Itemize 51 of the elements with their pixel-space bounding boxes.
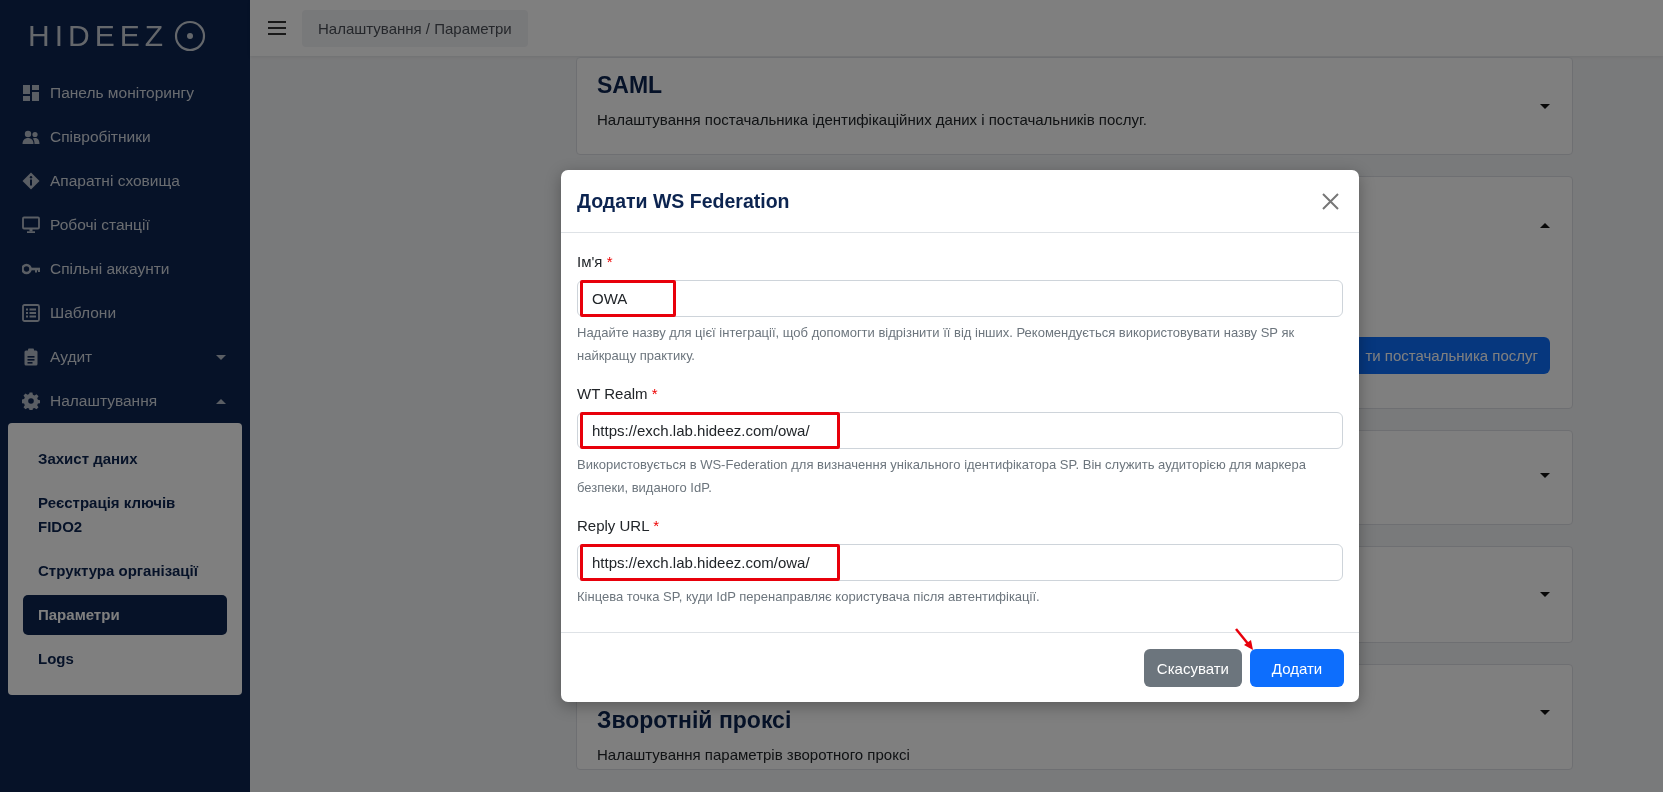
dashboard-icon: [22, 84, 40, 102]
caret-icon: [216, 398, 226, 404]
help-text: Надайте назву для цієї інтеграції, щоб допомогти відрізнити її від інших. Рекомендується використовувати назву SP як найкращу практику.: [577, 324, 1296, 365]
help-text: Використовується в WS-Federation для визначення унікального ідентифікатора SP. Він служить аудиторією для маркера безпеки, виданого IdP.: [577, 456, 1307, 497]
input-field[interactable]: https://exch.lab.hideez.com/owa/: [577, 544, 1343, 581]
required-mark: *: [651, 385, 658, 402]
info-diamond-icon: [22, 172, 40, 190]
dialog-title: Додати WS Federation: [577, 189, 790, 213]
caret-icon[interactable]: [1540, 223, 1550, 228]
submenu-item[interactable]: Параметри: [23, 595, 227, 635]
submenu-item[interactable]: Захист даних: [23, 439, 227, 479]
breadcrumb: Налаштування / Параметри: [302, 9, 528, 47]
sidebar-item[interactable]: Шаблони: [0, 291, 250, 335]
field-label: Ім'я: [577, 253, 603, 270]
input-field[interactable]: OWA: [577, 280, 1343, 317]
add-button[interactable]: Додати: [1250, 649, 1344, 687]
list-icon: [22, 304, 40, 322]
sidebar-item[interactable]: Панель моніторингу: [0, 71, 250, 115]
circle-dot-icon: [174, 19, 206, 52]
cancel-button[interactable]: Скасувати: [1143, 649, 1242, 687]
sidebar-item[interactable]: Робочі станції: [0, 203, 250, 247]
caret-icon[interactable]: [1540, 710, 1550, 715]
field-label: WT Realm: [577, 385, 648, 402]
logo-text: HIDEEZ: [28, 18, 168, 53]
field-label: Reply URL: [577, 517, 649, 534]
card-description: Налаштування параметрів зворотного проксі: [597, 746, 911, 763]
submenu-item[interactable]: Реєстрація ключів FIDO2: [23, 483, 227, 547]
sidebar-item[interactable]: Співробітники: [0, 115, 250, 159]
input-field[interactable]: https://exch.lab.hideez.com/owa/: [577, 412, 1343, 449]
clipboard-icon: [22, 348, 40, 366]
sidebar-item[interactable]: Аудит: [0, 335, 250, 379]
required-mark: *: [606, 253, 613, 270]
card-title: SAML: [597, 72, 663, 99]
card-description: Налаштування постачальника ідентифікаційних даних і постачальників послуг.: [597, 111, 1148, 128]
users-icon: [22, 128, 40, 146]
help-text: Кінцева точка SP, куди IdP перенаправляє користувача після автентифікації.: [577, 588, 1041, 606]
sidebar-item[interactable]: Спільні аккаунти: [0, 247, 250, 291]
caret-icon[interactable]: [1540, 592, 1550, 597]
sidebar-item[interactable]: Апаратні сховища: [0, 159, 250, 203]
submenu-item[interactable]: Структура організації: [23, 551, 227, 591]
caret-icon: [216, 354, 226, 360]
card-title: Зворотній проксі: [597, 707, 792, 734]
caret-icon[interactable]: [1540, 473, 1550, 478]
caret-icon[interactable]: [1540, 104, 1550, 109]
menu-icon: [268, 21, 286, 35]
required-mark: *: [653, 517, 659, 534]
close-icon: [1322, 192, 1339, 210]
settings-icon: [22, 392, 40, 410]
sidebar-item[interactable]: Налаштування: [0, 379, 250, 423]
monitor-icon: [22, 216, 40, 234]
submenu-item[interactable]: Logs: [23, 639, 227, 679]
